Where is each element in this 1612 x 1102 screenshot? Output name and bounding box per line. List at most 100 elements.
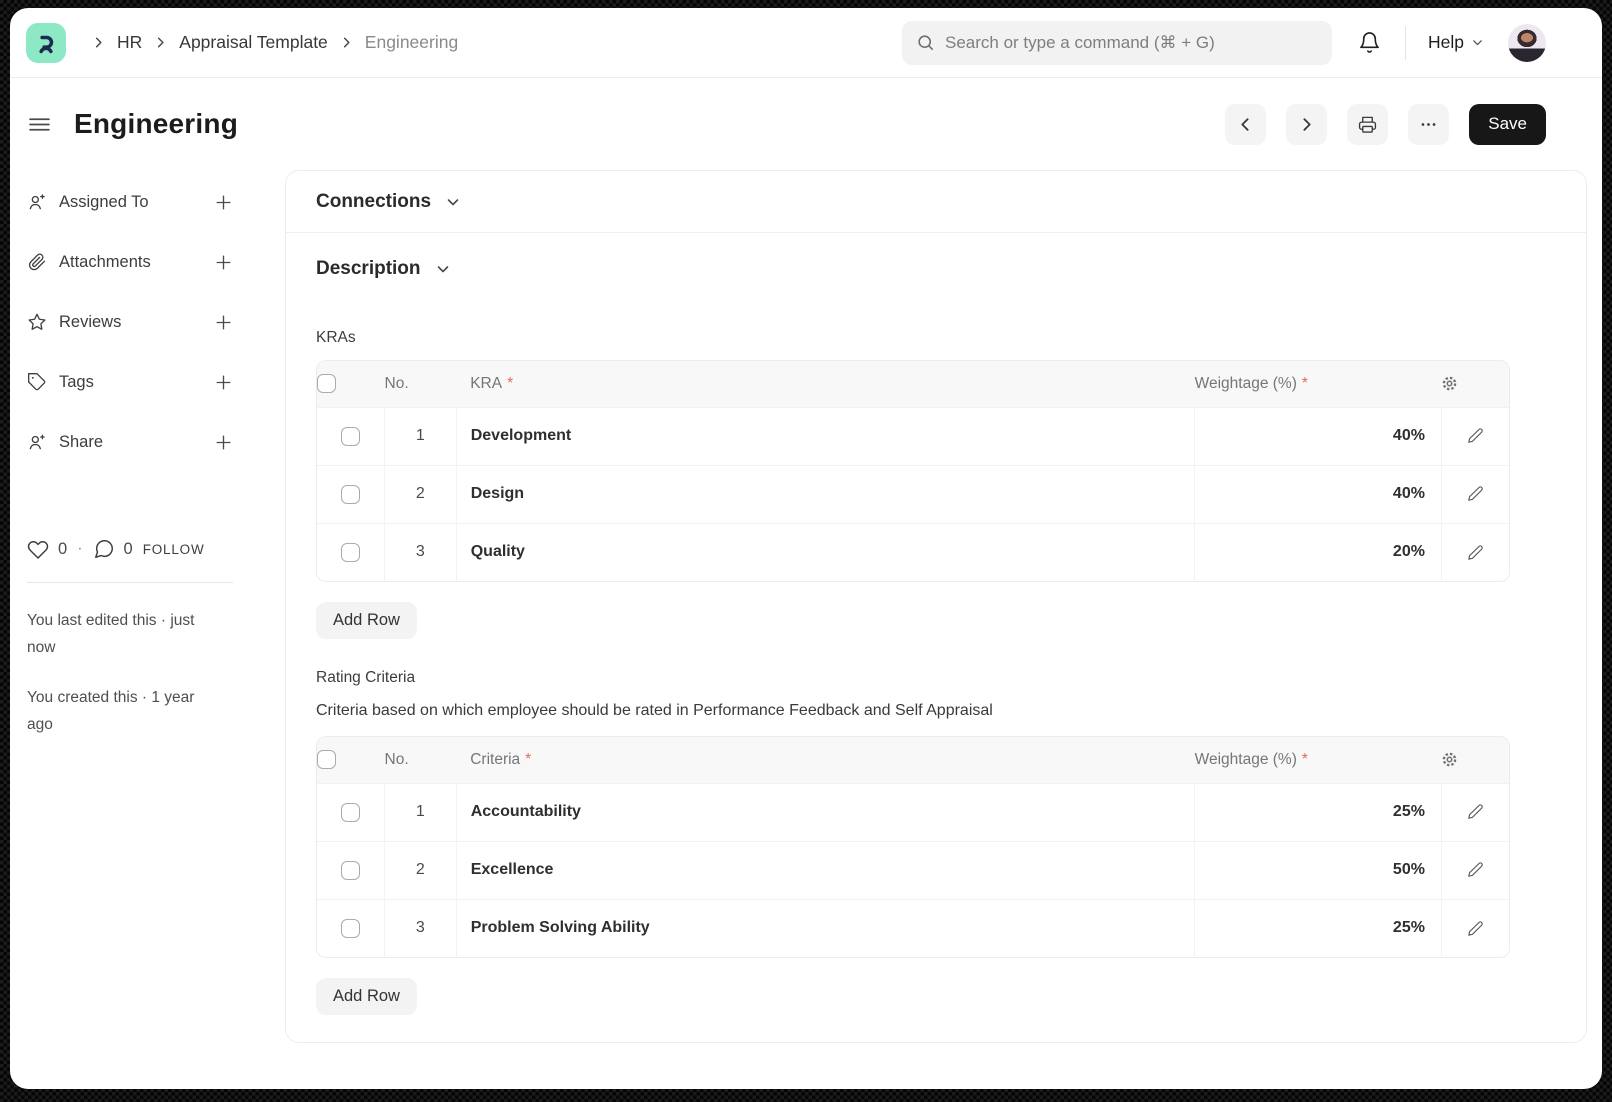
sidebar-item-share: Share [27, 412, 233, 472]
sidebar-item-attachments: Attachments [27, 232, 233, 292]
required-asterisk: * [525, 751, 531, 768]
save-button[interactable]: Save [1469, 104, 1546, 145]
dot-separator: · [77, 540, 82, 558]
sidebar-item-tags: Tags [27, 352, 233, 412]
frappe-hr-logo-icon [33, 30, 59, 56]
global-search[interactable] [902, 21, 1332, 65]
chevron-down-icon [435, 261, 451, 277]
table-row: 3 Problem Solving Ability 25% [317, 899, 1509, 957]
row-checkbox[interactable] [341, 919, 360, 938]
next-document-button[interactable] [1286, 104, 1327, 145]
help-menu[interactable]: Help [1428, 32, 1484, 53]
pencil-icon [1467, 803, 1484, 820]
search-input[interactable] [945, 33, 1318, 53]
table-row: 2 Design 40% [317, 465, 1509, 523]
likes-count: 0 [58, 540, 67, 559]
add-tag-button[interactable] [214, 373, 233, 392]
sidebar-item-assigned-to: Assigned To [27, 172, 233, 232]
required-asterisk: * [507, 375, 513, 392]
breadcrumb-current: Engineering [365, 32, 458, 53]
sidebar-toggle-button[interactable] [27, 112, 52, 137]
criteria-col-no: No. [385, 737, 457, 783]
user-plus-icon [27, 192, 47, 212]
print-button[interactable] [1347, 104, 1388, 145]
search-icon [916, 33, 935, 52]
edit-row-button[interactable] [1467, 427, 1484, 444]
pencil-icon [1467, 861, 1484, 878]
kras-col-no: No. [385, 361, 457, 407]
weightage-cell[interactable]: 40% [1195, 465, 1442, 523]
sidebar-item-reviews: Reviews [27, 292, 233, 352]
criteria-cell[interactable]: Accountability [456, 783, 1194, 841]
kras-select-all-checkbox[interactable] [317, 374, 336, 393]
weightage-cell[interactable]: 25% [1195, 783, 1442, 841]
navbar-right-group: Help [1358, 24, 1546, 62]
required-asterisk: * [1302, 751, 1308, 768]
breadcrumb-hr[interactable]: HR [117, 32, 142, 53]
edit-row-button[interactable] [1467, 544, 1484, 561]
hamburger-icon [27, 112, 52, 137]
section-connections-title: Connections [316, 191, 431, 213]
weightage-cell[interactable]: 25% [1195, 899, 1442, 957]
section-connections[interactable]: Connections [286, 171, 1586, 233]
tag-icon [27, 372, 47, 392]
kras-grid-settings-button[interactable] [1441, 375, 1458, 392]
weightage-cell[interactable]: 40% [1195, 407, 1442, 465]
kra-cell[interactable]: Design [456, 465, 1194, 523]
user-avatar[interactable] [1508, 24, 1546, 62]
follow-button[interactable]: FOLLOW [143, 542, 205, 557]
gear-icon [1441, 375, 1458, 392]
criteria-add-row-button[interactable]: Add Row [316, 978, 417, 1015]
section-description[interactable]: Description [286, 233, 1586, 305]
row-number: 3 [385, 523, 457, 581]
like-button[interactable] [27, 538, 49, 560]
edit-row-button[interactable] [1467, 485, 1484, 502]
kra-cell[interactable]: Development [456, 407, 1194, 465]
form-area: KRAs No. KRA* Weightage (%)* [286, 305, 1586, 1041]
notifications-button[interactable] [1358, 31, 1381, 54]
edit-row-button[interactable] [1467, 803, 1484, 820]
row-checkbox[interactable] [341, 427, 360, 446]
kras-add-row-button[interactable]: Add Row [316, 602, 417, 639]
kra-cell[interactable]: Quality [456, 523, 1194, 581]
bell-icon [1358, 31, 1381, 54]
app-logo[interactable] [26, 23, 66, 63]
add-review-button[interactable] [214, 313, 233, 332]
form-sidebar: Assigned To Attachments Reviews [10, 170, 285, 762]
row-checkbox[interactable] [341, 543, 360, 562]
comments-button[interactable] [93, 538, 115, 560]
chevron-left-icon [1237, 116, 1254, 133]
rating-criteria-block: Rating Criteria Criteria based on which … [316, 669, 1556, 1015]
row-checkbox[interactable] [341, 485, 360, 504]
more-actions-button[interactable] [1408, 104, 1449, 145]
row-checkbox[interactable] [341, 861, 360, 880]
sidebar-item-label: Attachments [59, 253, 151, 272]
chevron-right-icon [339, 35, 354, 50]
navbar-divider [1405, 26, 1406, 60]
criteria-cell[interactable]: Problem Solving Ability [456, 899, 1194, 957]
edit-row-button[interactable] [1467, 920, 1484, 937]
table-row: 1 Development 40% [317, 407, 1509, 465]
add-share-button[interactable] [214, 433, 233, 452]
kras-label: KRAs [316, 329, 1556, 347]
criteria-grid-settings-button[interactable] [1441, 751, 1458, 768]
pencil-icon [1467, 485, 1484, 502]
sidebar-item-label: Tags [59, 373, 94, 392]
previous-document-button[interactable] [1225, 104, 1266, 145]
sidebar-item-label: Share [59, 433, 103, 452]
breadcrumb: HR Appraisal Template Engineering [80, 32, 458, 53]
breadcrumb-appraisal-template[interactable]: Appraisal Template [179, 32, 328, 53]
criteria-cell[interactable]: Excellence [456, 841, 1194, 899]
document-social-row: 0 · 0 FOLLOW [27, 538, 233, 560]
created-text: You created this · 1 year ago [27, 684, 222, 738]
criteria-select-all-checkbox[interactable] [317, 750, 336, 769]
add-assignment-button[interactable] [214, 193, 233, 212]
toolbar: Save [1225, 104, 1546, 145]
add-attachment-button[interactable] [214, 253, 233, 272]
edit-row-button[interactable] [1467, 861, 1484, 878]
weightage-cell[interactable]: 50% [1195, 841, 1442, 899]
row-checkbox[interactable] [341, 803, 360, 822]
weightage-cell[interactable]: 20% [1195, 523, 1442, 581]
table-row: 2 Excellence 50% [317, 841, 1509, 899]
kras-header-row: No. KRA* Weightage (%)* [317, 361, 1509, 407]
